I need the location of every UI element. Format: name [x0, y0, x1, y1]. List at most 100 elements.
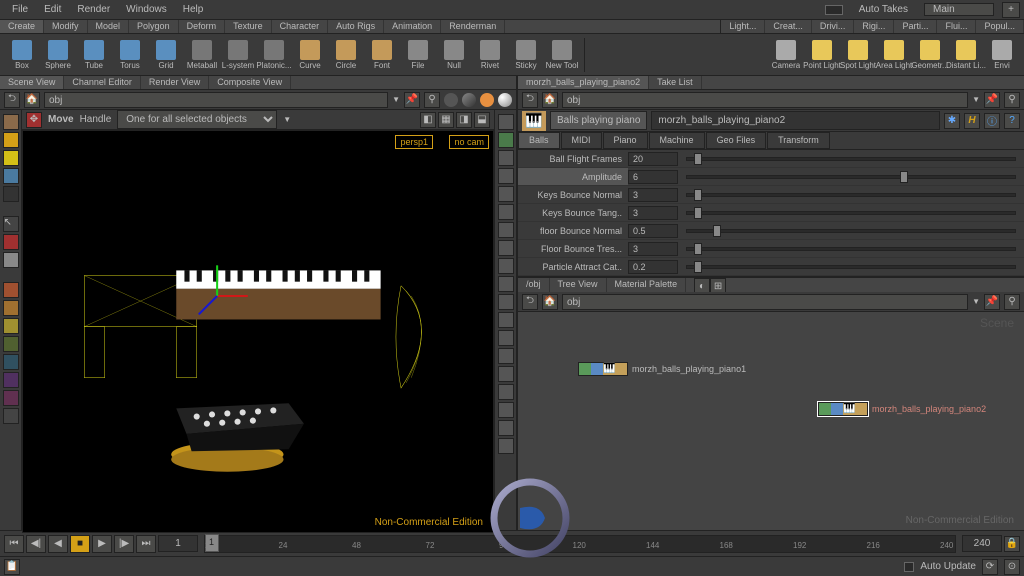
shelf-tab[interactable]: Light... [721, 20, 765, 33]
brain-icon[interactable]: ⊙ [1004, 559, 1020, 575]
tool-icon[interactable] [3, 282, 19, 298]
shelf-item[interactable]: Circle [328, 36, 364, 74]
shelf-tab[interactable]: Rigi... [854, 20, 894, 33]
shelf-tab[interactable]: Auto Rigs [328, 20, 384, 33]
shelf-item[interactable]: Sphere [40, 36, 76, 74]
vp-tool-icon[interactable] [498, 348, 514, 364]
param-value-input[interactable] [628, 242, 678, 256]
tool-icon[interactable] [3, 150, 19, 166]
back-icon[interactable]: ⮌ [522, 294, 538, 310]
shelf-tab[interactable]: Texture [225, 20, 272, 33]
shelf-item[interactable]: Metaball [184, 36, 220, 74]
shelf-item[interactable]: Camera [768, 36, 804, 74]
shelf-item[interactable]: L-system [220, 36, 256, 74]
shelf-item[interactable]: New Tool [544, 36, 580, 74]
vp-tool-icon[interactable] [498, 438, 514, 454]
find-icon[interactable]: ⚲ [1004, 294, 1020, 310]
vp-tool-icon[interactable] [498, 168, 514, 184]
shelf-tab[interactable]: Create [0, 20, 44, 33]
network-tab[interactable]: Material Palette [607, 278, 687, 292]
menu-edit[interactable]: Edit [36, 4, 69, 15]
network-tab[interactable]: Tree View [550, 278, 607, 292]
info-icon[interactable]: ⓘ [984, 113, 1000, 129]
param-tab[interactable]: MIDI [561, 132, 602, 149]
param-tab[interactable]: Transform [767, 132, 830, 149]
vp-tool-icon[interactable] [498, 330, 514, 346]
param-slider[interactable] [686, 193, 1016, 197]
takes-plus-icon[interactable]: + [1002, 2, 1020, 18]
shelf-tab[interactable]: Model [88, 20, 130, 33]
shade3-icon[interactable] [480, 93, 494, 107]
last-frame-icon[interactable]: ⏭ [136, 535, 156, 553]
param-slider[interactable] [686, 265, 1016, 269]
find-icon[interactable]: ⚲ [1004, 92, 1020, 108]
vp-tool-icon[interactable] [498, 240, 514, 256]
play-stop-icon[interactable]: ■ [70, 535, 90, 553]
shelf-item[interactable]: Envi [984, 36, 1020, 74]
shelf-item[interactable]: Area Light [876, 36, 912, 74]
shelf-tab[interactable]: Modify [44, 20, 88, 33]
shelf-tab[interactable]: Creat... [765, 20, 812, 33]
vp-tool-icon[interactable] [498, 204, 514, 220]
menu-windows[interactable]: Windows [118, 4, 175, 15]
view-tab[interactable]: Render View [141, 76, 209, 89]
shelf-tab[interactable]: Drivi... [812, 20, 855, 33]
tool-icon[interactable] [3, 168, 19, 184]
tool-icon[interactable] [3, 318, 19, 334]
menu-help[interactable]: Help [175, 4, 212, 15]
shelf-item[interactable]: Sticky [508, 36, 544, 74]
view-tab[interactable]: Composite View [209, 76, 291, 89]
shade4-icon[interactable] [498, 93, 512, 107]
find-icon[interactable]: ⚲ [424, 92, 440, 108]
tool-icon[interactable] [3, 186, 19, 202]
menu-render[interactable]: Render [69, 4, 118, 15]
network-node[interactable]: 🎹morzh_balls_playing_piano2 [818, 402, 986, 416]
take-dropdown[interactable]: Main [924, 3, 994, 16]
vp-tool-icon[interactable] [498, 258, 514, 274]
tool-icon[interactable] [3, 372, 19, 388]
shade2-icon[interactable] [462, 93, 476, 107]
first-frame-icon[interactable]: ⏮ [4, 535, 24, 553]
shelf-item[interactable]: Grid [148, 36, 184, 74]
home-icon[interactable]: 🏠 [24, 92, 40, 108]
shelf-item[interactable]: Torus [112, 36, 148, 74]
network-tab[interactable]: /obj [518, 278, 550, 292]
asset-path-tab[interactable]: morzh_balls_playing_piano2 [518, 76, 649, 89]
vp-icon[interactable]: ▦ [438, 112, 454, 128]
param-slider[interactable] [686, 211, 1016, 215]
shelf-item[interactable]: Point Light [804, 36, 840, 74]
tool-icon[interactable] [3, 336, 19, 352]
param-tab[interactable]: Piano [603, 132, 648, 149]
pin-icon[interactable]: 📌 [984, 294, 1000, 310]
param-value-input[interactable] [628, 260, 678, 274]
nocam-label[interactable]: no cam [449, 135, 489, 149]
shelf-item[interactable]: Font [364, 36, 400, 74]
arrow-icon[interactable]: ↖ [3, 216, 19, 232]
shelf-item[interactable]: Tube [76, 36, 112, 74]
home-icon[interactable]: 🏠 [542, 294, 558, 310]
param-tab[interactable]: Geo Files [706, 132, 767, 149]
play-icon[interactable]: ▶ [92, 535, 112, 553]
param-value-input[interactable] [628, 224, 678, 238]
param-slider[interactable] [686, 229, 1016, 233]
slider-thumb[interactable] [694, 243, 702, 255]
shelf-tab[interactable]: Renderman [441, 20, 505, 33]
shelf-tab[interactable]: Flui... [937, 20, 976, 33]
shelf-tab[interactable]: Polygon [129, 20, 179, 33]
vp-tool-icon[interactable] [498, 132, 514, 148]
vp-tool-icon[interactable] [498, 366, 514, 382]
network-node[interactable]: 🎹morzh_balls_playing_piano1 [578, 362, 746, 376]
slider-thumb[interactable] [713, 225, 721, 237]
shelf-item[interactable]: File [400, 36, 436, 74]
tool-icon[interactable] [3, 390, 19, 406]
param-tab[interactable]: Machine [649, 132, 705, 149]
pin-icon[interactable]: 📌 [984, 92, 1000, 108]
slider-thumb[interactable] [694, 189, 702, 201]
pin-icon[interactable]: 📌 [404, 92, 420, 108]
camera-label[interactable]: persp1 [395, 135, 433, 149]
shelf-tab[interactable]: Parti... [894, 20, 937, 33]
shelf-tab[interactable]: Character [272, 20, 329, 33]
param-slider[interactable] [686, 247, 1016, 251]
vp-tool-icon[interactable] [498, 114, 514, 130]
shelf-tab[interactable]: Deform [179, 20, 226, 33]
